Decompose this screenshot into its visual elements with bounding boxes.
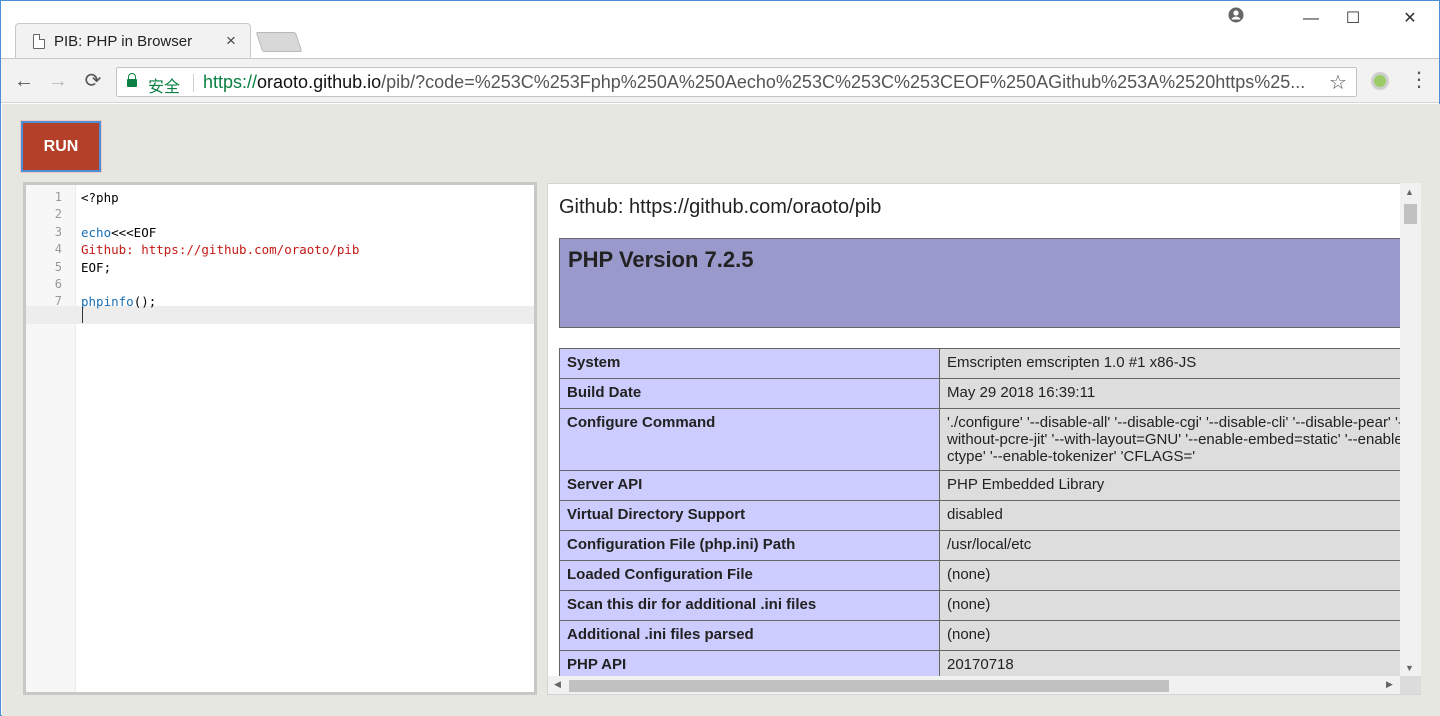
line-number: 1 <box>54 190 62 204</box>
text-cursor <box>82 307 83 323</box>
table-row: Loaded Configuration File (none) <box>559 560 1419 591</box>
code-string: Github: https://github.com/oraoto/pib <box>81 242 360 258</box>
row-value: './configure' '--disable-all' '--disable… <box>939 408 1419 471</box>
back-button[interactable]: ← <box>11 68 37 94</box>
row-key: Build Date <box>559 378 940 409</box>
url-text[interactable]: https://oraoto.github.io/pib/?code=%253C… <box>203 72 1323 93</box>
row-key: Server API <box>559 470 940 501</box>
line-number: 3 <box>54 224 62 239</box>
phpinfo-table: System Emscripten emscripten 1.0 #1 x86-J… <box>559 348 1419 681</box>
table-row: Virtual Directory Support disabled <box>559 500 1419 531</box>
row-key: Scan this dir for additional .ini files <box>559 590 940 621</box>
row-key: Virtual Directory Support <box>559 500 940 531</box>
row-value: disabled <box>939 500 1419 531</box>
row-value: Emscripten emscripten 1.0 #1 x86-JS <box>939 348 1419 379</box>
row-value: (none) <box>939 620 1419 651</box>
scrollbar-corner <box>1400 676 1421 694</box>
vertical-scroll-thumb[interactable] <box>1404 204 1417 224</box>
scroll-right-arrow-icon[interactable]: ▶ <box>1386 679 1393 690</box>
table-row: Scan this dir for additional .ini files(… <box>559 590 1419 621</box>
row-value: PHP Embedded Library <box>939 470 1419 501</box>
row-value: (none) <box>939 560 1419 591</box>
php-version-banner: PHP Version 7.2.5 <box>559 238 1402 328</box>
address-bar[interactable]: 安全 https://oraoto.github.io/pib/?code=%2… <box>116 67 1357 97</box>
secure-label: 安全 <box>148 79 181 96</box>
menu-icon[interactable]: ⋮ <box>1409 68 1429 92</box>
url-scheme: https:// <box>203 72 258 92</box>
title-bar: PIB: PHP in Browser × — ☐ ✕ <box>1 1 1439 59</box>
forward-button[interactable]: → <box>45 68 71 94</box>
row-key: Configuration File (php.ini) Path <box>559 530 940 561</box>
close-window-button[interactable]: ✕ <box>1390 7 1430 31</box>
table-row: System Emscripten emscripten 1.0 #1 x86-J… <box>559 348 1419 379</box>
code-line[interactable]: echo<<<EOF <box>81 224 156 241</box>
code-line[interactable]: phpinfo(); <box>81 293 156 310</box>
code-text: <<<EOF <box>111 224 157 240</box>
url-host: oraoto.github.io <box>257 72 382 92</box>
table-row: Additional .ini files parsed (none) <box>559 620 1419 651</box>
line-number: 2 <box>54 207 62 222</box>
row-key: Configure Command <box>559 408 940 471</box>
output-pane: Github: https://github.com/oraoto/pib PH… <box>547 183 1421 695</box>
row-key: Loaded Configuration File <box>559 560 940 591</box>
url-path: /pib/?code=%253C%253Fphp%250A%250Aecho%2… <box>381 72 1306 92</box>
bookmark-star-icon[interactable]: ☆ <box>1329 70 1347 95</box>
output-first-line: Github: https://github.com/oraoto/pib <box>559 196 882 218</box>
row-key: Additional .ini files parsed <box>559 620 940 651</box>
table-row: Configure Command './configure' '--disabl… <box>559 408 1419 471</box>
table-row: Server API PHP Embedded Library <box>559 470 1419 501</box>
line-number: 6 <box>54 277 62 291</box>
code-line[interactable]: Github: https://github.com/oraoto/pib <box>81 241 359 258</box>
omnibox-separator <box>193 74 194 92</box>
tab-close-icon[interactable]: × <box>226 31 236 51</box>
row-value: (none) <box>939 590 1419 621</box>
code-text: EOF; <box>81 259 112 275</box>
tab-title: PIB: PHP in Browser <box>54 33 193 50</box>
scroll-left-arrow-icon[interactable]: ◀ <box>554 679 561 690</box>
code-line[interactable]: <?php <box>81 189 119 206</box>
run-button[interactable]: RUN <box>20 120 102 173</box>
code-keyword: echo <box>81 224 112 240</box>
code-text: (); <box>133 294 157 310</box>
account-icon[interactable] <box>1216 7 1256 31</box>
code-editor[interactable]: 12345678 <?phpecho<<<EOFGithub: https://… <box>23 182 537 695</box>
line-number: 5 <box>54 259 62 274</box>
code-text: <?php <box>81 190 119 205</box>
php-version-title: PHP Version 7.2.5 <box>568 247 754 272</box>
scroll-down-arrow-icon[interactable]: ▼ <box>1405 663 1414 673</box>
vertical-scrollbar[interactable]: ▲ ▼ <box>1400 183 1421 679</box>
reload-button[interactable]: ⟳ <box>80 68 106 94</box>
browser-tab[interactable]: PIB: PHP in Browser × <box>15 23 251 59</box>
table-row: Configuration File (php.ini) Path/usr/lo… <box>559 530 1419 561</box>
new-tab-button[interactable] <box>255 32 303 52</box>
row-value: May 29 2018 16:39:11 <box>939 378 1419 409</box>
document-icon <box>33 34 45 49</box>
row-value: /usr/local/etc <box>939 530 1419 561</box>
line-gutter: 12345678 <box>26 185 76 692</box>
code-keyword: phpinfo <box>81 294 134 310</box>
extension-icon[interactable] <box>1371 72 1389 90</box>
table-row: Build Date May 29 2018 16:39:11 <box>559 378 1419 409</box>
horizontal-scrollbar[interactable]: ◀ ▶ <box>548 676 1400 694</box>
row-key: System <box>559 348 940 379</box>
code-line[interactable]: EOF; <box>81 259 111 276</box>
minimize-button[interactable]: — <box>1291 7 1331 31</box>
scroll-up-arrow-icon[interactable]: ▲ <box>1405 187 1414 197</box>
page-content: RUN 12345678 <?phpecho<<<EOFGithub: http… <box>2 104 1440 716</box>
horizontal-scroll-thumb[interactable] <box>569 680 1169 692</box>
browser-toolbar: ← → ⟳ 安全 https://oraoto.github.io/pib/?c… <box>1 58 1439 103</box>
maximize-button[interactable]: ☐ <box>1333 7 1373 31</box>
browser-window: PIB: PHP in Browser × — ☐ ✕ ← → ⟳ 安全 htt… <box>0 0 1440 716</box>
lock-icon <box>127 73 137 87</box>
line-number: 4 <box>54 242 62 257</box>
